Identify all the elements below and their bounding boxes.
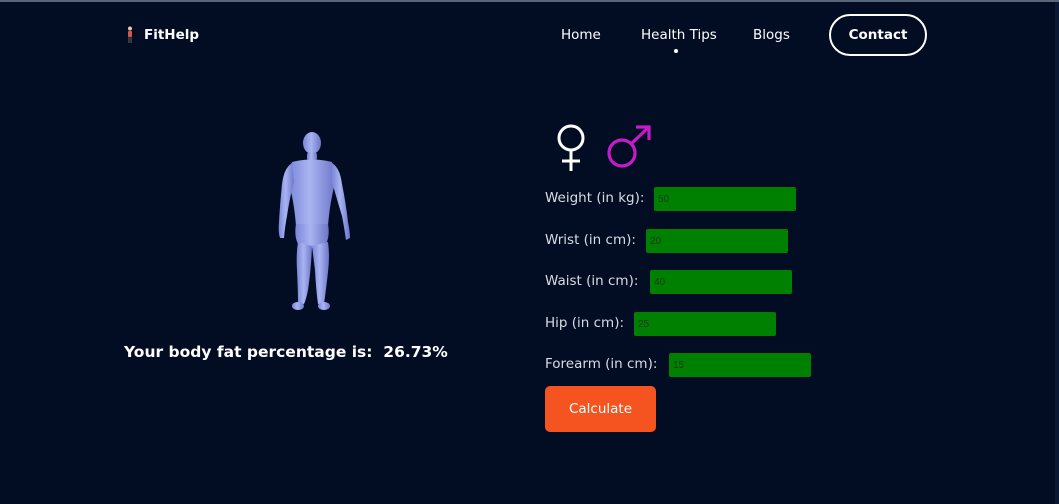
waist-label: Waist (in cm):	[545, 273, 639, 289]
weight-input[interactable]	[654, 187, 796, 211]
scrollbar-track[interactable]	[1055, 2, 1059, 504]
waist-input[interactable]	[650, 270, 792, 294]
window-top-border	[0, 0, 1059, 2]
nav-home-link[interactable]: Home	[561, 27, 601, 43]
brand[interactable]: FitHelp	[124, 26, 199, 44]
nav-health-tips-link[interactable]: Health Tips	[641, 27, 717, 43]
brand-name: FitHelp	[144, 27, 200, 43]
body-fat-result: Your body fat percentage is: 26.73%	[124, 343, 448, 361]
wrist-input[interactable]	[646, 229, 788, 253]
result-value: 26.73%	[383, 343, 448, 361]
weight-label: Weight (in kg):	[545, 190, 645, 206]
forearm-input[interactable]	[669, 353, 811, 377]
nav-blogs-link[interactable]: Blogs	[753, 27, 790, 43]
forearm-label: Forearm (in cm):	[545, 356, 658, 372]
wrist-label: Wrist (in cm):	[545, 232, 636, 248]
calculate-button[interactable]: Calculate	[545, 386, 656, 432]
human-body-model	[278, 132, 350, 310]
female-symbol-icon[interactable]	[552, 123, 590, 173]
person-logo-icon	[128, 26, 132, 43]
hip-label: Hip (in cm):	[545, 315, 625, 331]
male-symbol-icon[interactable]	[604, 124, 654, 170]
result-label: Your body fat percentage is:	[124, 343, 373, 361]
hip-input[interactable]	[634, 312, 776, 336]
contact-button[interactable]: Contact	[829, 14, 927, 56]
active-nav-indicator	[674, 49, 678, 53]
